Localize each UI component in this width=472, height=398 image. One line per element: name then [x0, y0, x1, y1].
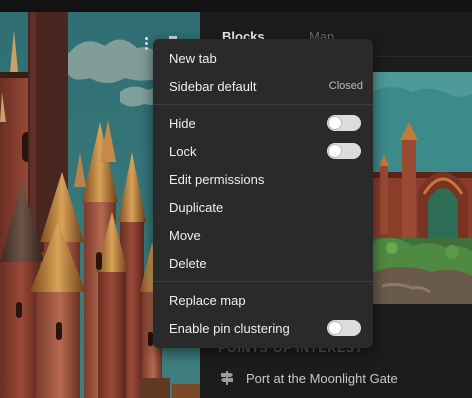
- menu-item-edit-permissions[interactable]: Edit permissions: [153, 165, 373, 193]
- lock-toggle[interactable]: [327, 143, 361, 159]
- menu-item-replace-map[interactable]: Replace map: [153, 286, 373, 314]
- poi-label: Port at the Moonlight Gate: [246, 370, 398, 386]
- menu-item-hide[interactable]: Hide: [153, 109, 373, 137]
- more-options-icon[interactable]: [142, 37, 150, 51]
- menu-item-move[interactable]: Move: [153, 221, 373, 249]
- toggle-knob: [329, 145, 341, 157]
- menu-item-lock[interactable]: Lock: [153, 137, 373, 165]
- menu-item-delete[interactable]: Delete: [153, 249, 373, 277]
- poi-list-item[interactable]: Port at the Moonlight Gate: [220, 367, 460, 389]
- sidebar-default-value: Closed: [328, 80, 363, 92]
- menu-item-duplicate[interactable]: Duplicate: [153, 193, 373, 221]
- hide-toggle[interactable]: [327, 115, 361, 131]
- menu-divider: [153, 104, 373, 105]
- top-bar: [0, 0, 472, 12]
- toggle-knob: [329, 117, 341, 129]
- menu-item-new-tab[interactable]: New tab: [153, 44, 373, 72]
- menu-divider: [153, 281, 373, 282]
- gate-illustration: [372, 72, 472, 304]
- menu-item-sidebar-default[interactable]: Sidebar default Closed: [153, 72, 373, 100]
- signpost-icon: [221, 371, 233, 385]
- menu-item-enable-pin-clustering[interactable]: Enable pin clustering: [153, 314, 373, 342]
- pin-clustering-toggle[interactable]: [327, 320, 361, 336]
- context-menu: New tab Sidebar default Closed Hide Lock…: [153, 39, 373, 348]
- map-preview-image[interactable]: [372, 72, 472, 304]
- toggle-knob: [329, 322, 341, 334]
